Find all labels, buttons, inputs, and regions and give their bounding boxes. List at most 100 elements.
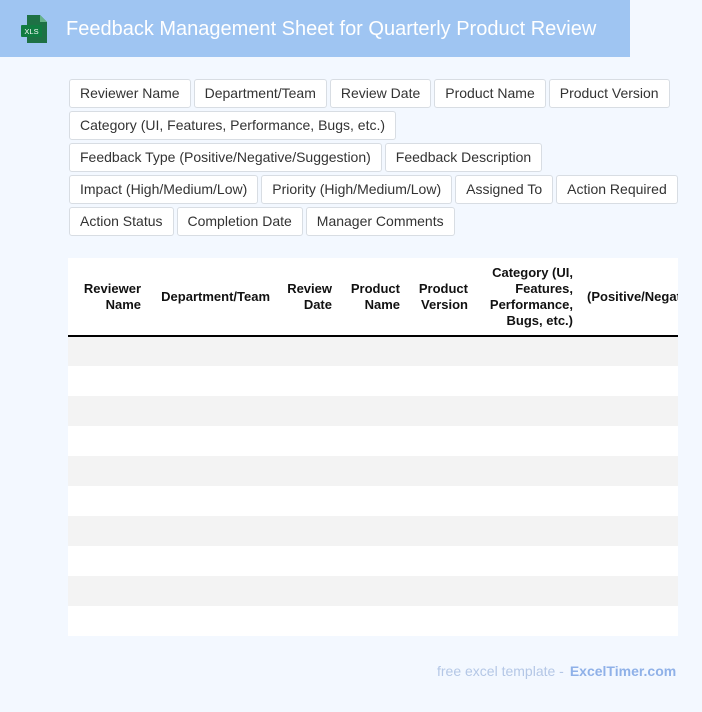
field-chip-manager-comments[interactable]: Manager Comments: [305, 207, 455, 236]
table-cell[interactable]: [146, 336, 275, 366]
feedback-table-container[interactable]: Reviewer Name Department/Team Review Dat…: [68, 258, 678, 636]
table-cell[interactable]: [337, 576, 405, 606]
footer-brand-link[interactable]: ExcelTimer.com: [570, 663, 676, 679]
table-cell[interactable]: [275, 456, 337, 486]
table-row: [68, 366, 678, 396]
field-chip-action-required[interactable]: Action Required: [556, 175, 678, 204]
feedback-table: Reviewer Name Department/Team Review Dat…: [68, 258, 678, 636]
table-cell[interactable]: [146, 366, 275, 396]
table-cell[interactable]: [337, 366, 405, 396]
field-chip-priority[interactable]: Priority (High/Medium/Low): [261, 175, 453, 204]
table-cell[interactable]: [146, 516, 275, 546]
table-cell[interactable]: [146, 486, 275, 516]
table-cell[interactable]: [275, 336, 337, 366]
table-cell[interactable]: [578, 396, 678, 426]
table-cell[interactable]: [68, 516, 146, 546]
table-cell[interactable]: [473, 426, 578, 456]
table-cell[interactable]: [68, 486, 146, 516]
table-cell[interactable]: [275, 396, 337, 426]
field-chip-feedback-type[interactable]: Feedback Type (Positive/Negative/Suggest…: [69, 143, 382, 172]
table-cell[interactable]: [275, 606, 337, 636]
table-row: [68, 486, 678, 516]
field-chip-product-version[interactable]: Product Version: [548, 79, 670, 108]
table-cell[interactable]: [146, 576, 275, 606]
table-cell[interactable]: [337, 456, 405, 486]
table-cell[interactable]: [473, 456, 578, 486]
table-cell[interactable]: [337, 546, 405, 576]
table-cell[interactable]: [68, 546, 146, 576]
table-cell[interactable]: [68, 366, 146, 396]
table-cell[interactable]: [473, 486, 578, 516]
table-row: [68, 546, 678, 576]
table-cell[interactable]: [578, 606, 678, 636]
column-header-product-version: Product Version: [405, 258, 473, 337]
field-chip-assigned-to[interactable]: Assigned To: [455, 175, 554, 204]
table-cell[interactable]: [146, 606, 275, 636]
table-cell[interactable]: [578, 516, 678, 546]
column-header-review-date: Review Date: [275, 258, 337, 337]
table-cell[interactable]: [405, 396, 473, 426]
column-header-feedback-type: (Positive/Negative/Suggestion): [578, 258, 678, 337]
table-cell[interactable]: [473, 606, 578, 636]
table-row: [68, 456, 678, 486]
table-cell[interactable]: [578, 486, 678, 516]
table-header-row: Reviewer Name Department/Team Review Dat…: [68, 258, 678, 337]
table-cell[interactable]: [473, 516, 578, 546]
table-cell[interactable]: [405, 516, 473, 546]
table-cell[interactable]: [337, 336, 405, 366]
field-chip-review-date[interactable]: Review Date: [329, 79, 432, 108]
field-chip-completion-date[interactable]: Completion Date: [176, 207, 303, 236]
field-chip-action-status[interactable]: Action Status: [69, 207, 174, 236]
table-cell[interactable]: [405, 546, 473, 576]
table-cell[interactable]: [337, 426, 405, 456]
table-cell[interactable]: [405, 366, 473, 396]
table-cell[interactable]: [68, 396, 146, 426]
table-cell[interactable]: [578, 576, 678, 606]
footer: free excel template - ExcelTimer.com: [437, 663, 676, 679]
table-cell[interactable]: [405, 456, 473, 486]
table-cell[interactable]: [473, 366, 578, 396]
table-cell[interactable]: [578, 426, 678, 456]
table-cell[interactable]: [578, 546, 678, 576]
table-cell[interactable]: [275, 516, 337, 546]
table-cell[interactable]: [275, 546, 337, 576]
table-cell[interactable]: [146, 456, 275, 486]
table-cell[interactable]: [578, 366, 678, 396]
table-cell[interactable]: [405, 576, 473, 606]
field-chip-product-name[interactable]: Product Name: [434, 79, 546, 108]
table-cell[interactable]: [473, 396, 578, 426]
table-cell[interactable]: [275, 576, 337, 606]
table-cell[interactable]: [405, 336, 473, 366]
field-chip-feedback-description[interactable]: Feedback Description: [384, 143, 543, 172]
field-chip-reviewer-name[interactable]: Reviewer Name: [69, 79, 191, 108]
table-cell[interactable]: [68, 606, 146, 636]
table-row: [68, 606, 678, 636]
field-chip-impact[interactable]: Impact (High/Medium/Low): [69, 175, 259, 204]
table-cell[interactable]: [337, 486, 405, 516]
table-cell[interactable]: [578, 336, 678, 366]
table-row: [68, 396, 678, 426]
table-cell[interactable]: [68, 336, 146, 366]
table-cell[interactable]: [337, 606, 405, 636]
table-cell[interactable]: [405, 486, 473, 516]
field-chip-department-team[interactable]: Department/Team: [193, 79, 327, 108]
table-cell[interactable]: [68, 456, 146, 486]
table-cell[interactable]: [337, 396, 405, 426]
table-cell[interactable]: [275, 426, 337, 456]
table-cell[interactable]: [337, 516, 405, 546]
table-cell[interactable]: [275, 486, 337, 516]
table-cell[interactable]: [146, 426, 275, 456]
table-cell[interactable]: [473, 546, 578, 576]
table-cell[interactable]: [405, 606, 473, 636]
table-cell[interactable]: [275, 366, 337, 396]
field-chip-category[interactable]: Category (UI, Features, Performance, Bug…: [69, 111, 397, 140]
table-cell[interactable]: [146, 396, 275, 426]
table-cell[interactable]: [578, 456, 678, 486]
table-cell[interactable]: [473, 576, 578, 606]
table-cell[interactable]: [68, 576, 146, 606]
table-cell[interactable]: [473, 336, 578, 366]
table-cell[interactable]: [405, 426, 473, 456]
table-cell[interactable]: [146, 546, 275, 576]
column-header-department-team: Department/Team: [146, 258, 275, 337]
table-cell[interactable]: [68, 426, 146, 456]
